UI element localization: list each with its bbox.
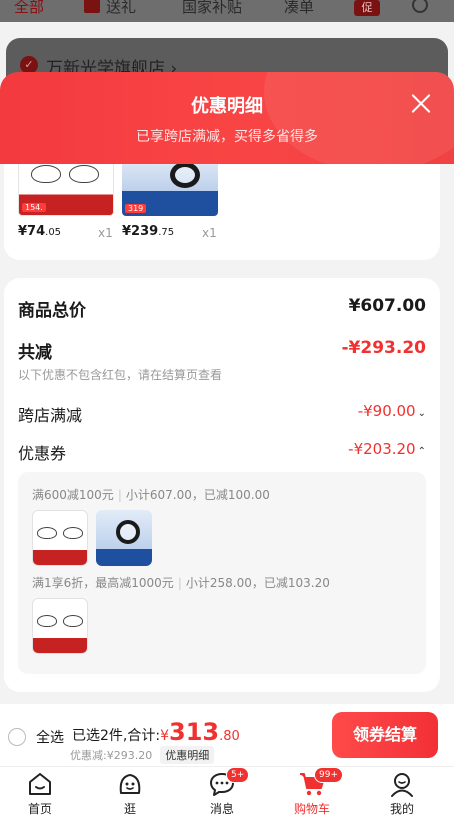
- select-all-checkbox[interactable]: [8, 728, 26, 746]
- total-price-label: 商品总价: [18, 301, 86, 321]
- message-badge: 5+: [226, 767, 250, 783]
- coupon-detail-box: 满600减100元 | 小计607.00，已减100.00 满1享6折，最高减100…: [18, 472, 426, 674]
- bg-tab-subsidy: 国家补贴: [182, 0, 243, 16]
- sheet-subtitle: 已享跨店满减，买得多省得多: [136, 129, 318, 145]
- glasses-icon: [37, 615, 57, 627]
- tab-explore[interactable]: 逛: [100, 771, 160, 817]
- glasses-icon: [37, 527, 57, 539]
- total-discount-value: -¥293.20: [341, 338, 427, 358]
- search-icon: [412, 0, 428, 13]
- item-price: ¥239.75: [122, 224, 175, 239]
- bg-tab-all: 全部: [14, 0, 45, 16]
- item-quantity: x1: [202, 226, 217, 240]
- price-summary-card: 商品总价 ¥607.00 共减 -¥293.20 以下优惠不包含红包，请在结算页…: [4, 278, 440, 692]
- sheet-title: 优惠明细: [191, 96, 263, 117]
- checkout-bar: 全选 已选2件,合计:¥313.80 优惠减:¥293.20 优惠明细 领券结算: [0, 704, 454, 766]
- coupon-rule: 满1享6折，最高减1000元 | 小计258.00，已减103.20: [32, 576, 330, 590]
- coupon-product-thumbnail[interactable]: [32, 510, 88, 566]
- cross-store-discount-toggle[interactable]: -¥90.00 ⌄: [358, 402, 426, 420]
- tab-label: 首页: [27, 802, 52, 816]
- selected-summary: 已选2件,合计:¥313.80: [72, 718, 240, 746]
- promo-badge: 促: [354, 0, 380, 16]
- discount-sheet-header: 优惠明细 已享跨店满减，买得多省得多: [0, 72, 454, 164]
- discount-note: 以下优惠不包含红包，请在结算页查看: [18, 368, 223, 382]
- discount-detail-button[interactable]: 优惠明细: [160, 746, 215, 764]
- tab-home[interactable]: 首页: [10, 771, 70, 817]
- discount-sheet-body: 154. 319 ¥74.05 x1 ¥239.75 x1 商品总价 ¥607.…: [0, 164, 454, 704]
- total-amount: 313: [169, 718, 220, 746]
- chevron-down-icon: ⌄: [417, 408, 426, 419]
- home-icon: [26, 771, 54, 797]
- glasses-icon: [31, 165, 61, 183]
- message-icon: 5+: [208, 767, 250, 797]
- item-price: ¥74.05: [18, 224, 62, 239]
- chevron-up-icon: ⌃: [417, 446, 426, 457]
- glasses-icon: [63, 527, 83, 539]
- glasses-icon: [116, 520, 140, 544]
- background-category-tabs: 全部 送礼 国家补贴 凑单 促: [0, 0, 454, 22]
- glasses-icon: [69, 165, 99, 183]
- explore-icon: [116, 771, 144, 797]
- tab-label: 消息: [209, 802, 234, 816]
- coupon-rule: 满600减100元 | 小计607.00，已减100.00: [32, 488, 270, 502]
- gift-icon: [84, 0, 100, 13]
- bg-tab-gift: 送礼: [84, 0, 136, 17]
- coupon-label: 优惠券: [18, 444, 67, 463]
- cross-store-discount-label: 跨店满减: [18, 406, 83, 425]
- product-thumbnail[interactable]: 319: [122, 164, 218, 216]
- coupon-discount-toggle[interactable]: -¥203.20 ⌃: [348, 440, 426, 458]
- glasses-icon: [170, 164, 200, 188]
- total-price-value: ¥607.00: [348, 296, 426, 316]
- coupon-product-thumbnail[interactable]: [32, 598, 88, 654]
- product-thumbnail[interactable]: 154.: [18, 164, 114, 216]
- tab-profile[interactable]: 我的: [372, 771, 432, 817]
- bg-tab-bundle: 凑单: [284, 0, 315, 16]
- product-list-card: 154. 319 ¥74.05 x1 ¥239.75 x1: [4, 164, 440, 260]
- glasses-icon: [63, 615, 83, 627]
- total-discount-label: 共减: [18, 343, 52, 363]
- select-all-label[interactable]: 全选: [36, 727, 64, 747]
- tab-messages[interactable]: 5+ 消息: [192, 767, 252, 817]
- thumb-price-tag: 154.: [22, 203, 46, 212]
- coupon-product-thumbnail[interactable]: [96, 510, 152, 566]
- item-quantity: x1: [98, 226, 113, 240]
- checkout-button[interactable]: 领券结算: [332, 712, 438, 758]
- thumb-price-tag: 319: [125, 204, 147, 213]
- tab-cart[interactable]: 99+ 购物车: [282, 767, 343, 817]
- tab-label: 购物车: [293, 802, 330, 816]
- cart-badge: 99+: [314, 767, 343, 783]
- profile-icon: [388, 771, 416, 797]
- close-icon[interactable]: [410, 92, 432, 114]
- tab-label: 逛: [123, 802, 136, 816]
- tab-label: 我的: [389, 802, 414, 816]
- discount-line: 优惠减:¥293.20 优惠明细: [70, 746, 215, 764]
- cart-icon: 99+: [298, 767, 343, 797]
- bottom-tab-bar: 首页 逛 5+ 消息 99+ 购物车 我的: [0, 766, 454, 822]
